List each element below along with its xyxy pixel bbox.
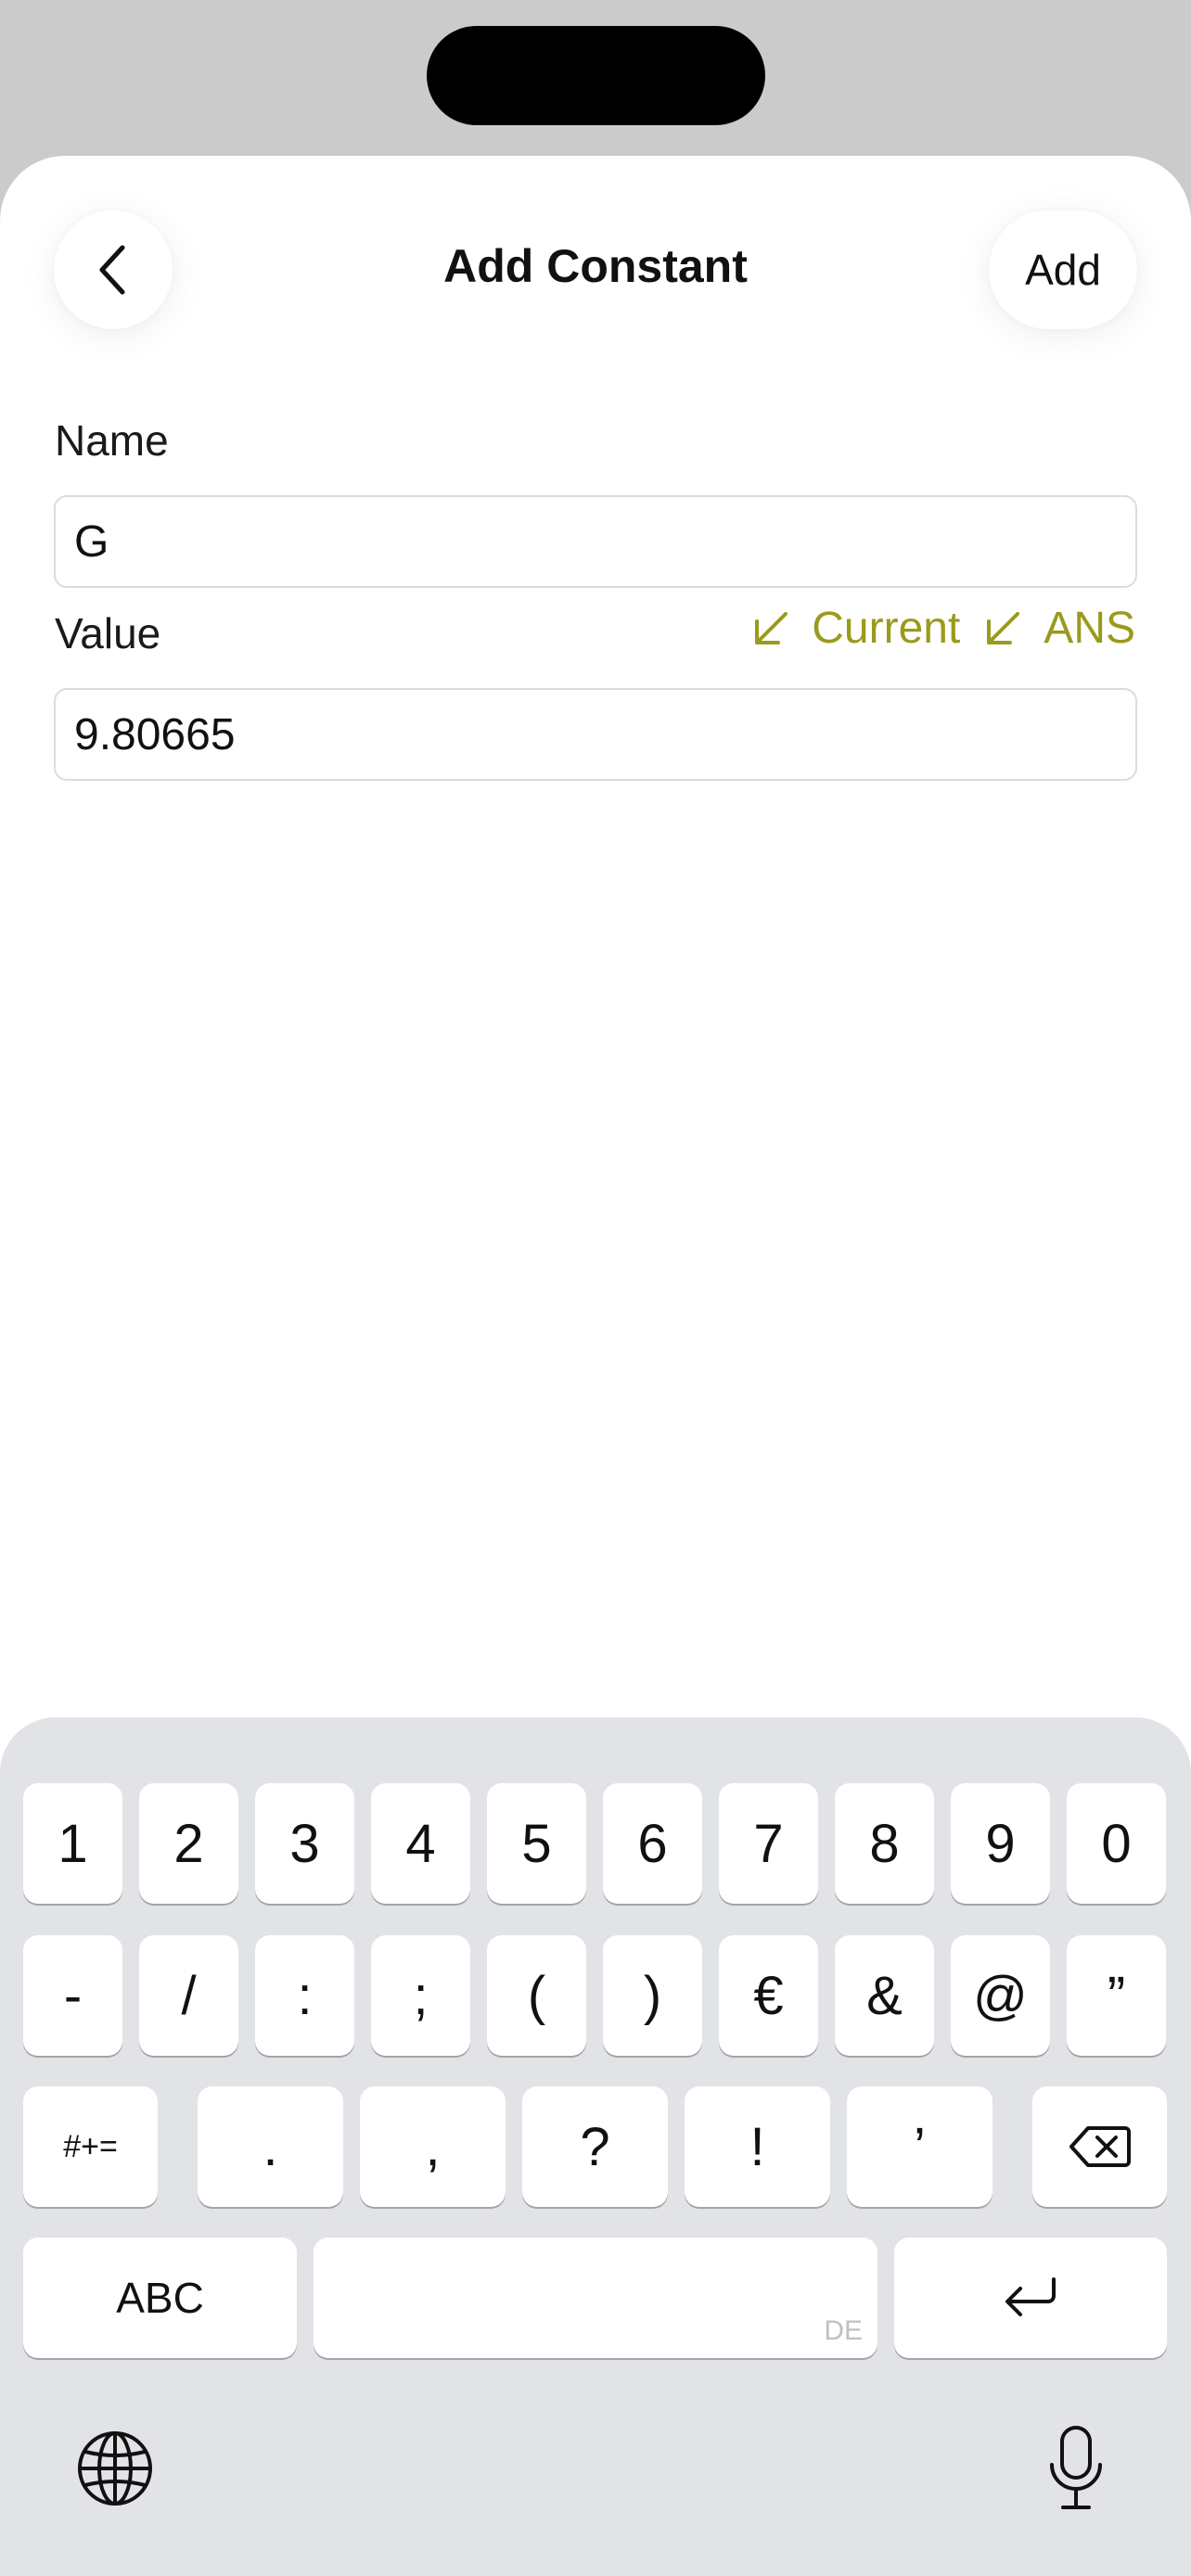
value-actions: Current ANS <box>728 603 1135 654</box>
name-label: Name <box>55 416 169 465</box>
key-at[interactable]: @ <box>951 1935 1050 2056</box>
globe-icon <box>78 2431 152 2506</box>
key-5[interactable]: 5 <box>487 1783 586 1904</box>
delete-key[interactable] <box>1032 2086 1167 2207</box>
value-input[interactable]: 9.80665 <box>54 688 1137 781</box>
ans-label: ANS <box>1044 604 1135 653</box>
key-euro[interactable]: € <box>719 1935 818 2056</box>
key-close-paren[interactable]: ) <box>603 1935 702 2056</box>
key-apostrophe[interactable]: ’ <box>847 2086 992 2207</box>
key-slash[interactable]: / <box>139 1935 238 2056</box>
globe-button[interactable] <box>74 2428 156 2509</box>
key-period[interactable]: . <box>198 2086 343 2207</box>
key-comma[interactable]: , <box>360 2086 506 2207</box>
ans-button[interactable]: ANS <box>984 603 1135 654</box>
key-6[interactable]: 6 <box>603 1783 702 1904</box>
key-open-paren[interactable]: ( <box>487 1935 586 2056</box>
dictation-button[interactable] <box>1037 2420 1115 2517</box>
space-key[interactable]: DE <box>314 2238 877 2358</box>
key-exclamation[interactable]: ! <box>685 2086 830 2207</box>
key-symbols-mode[interactable]: #+= <box>23 2086 158 2207</box>
value-label: Value <box>55 609 161 657</box>
current-label: Current <box>812 604 961 653</box>
key-4[interactable]: 4 <box>371 1783 470 1904</box>
key-hyphen[interactable]: - <box>23 1935 122 2056</box>
key-9[interactable]: 9 <box>951 1783 1050 1904</box>
key-quote[interactable]: ” <box>1067 1935 1166 2056</box>
key-question[interactable]: ? <box>522 2086 668 2207</box>
arrow-down-left-icon <box>755 611 788 644</box>
return-icon <box>1005 2277 1056 2316</box>
key-0[interactable]: 0 <box>1067 1783 1166 1904</box>
key-colon[interactable]: : <box>255 1935 354 2056</box>
delete-backspace-icon <box>1069 2126 1131 2167</box>
key-1[interactable]: 1 <box>23 1783 122 1904</box>
arrow-down-left-icon <box>987 611 1020 644</box>
key-semicolon[interactable]: ; <box>371 1935 470 2056</box>
keyboard-language-label: DE <box>824 2315 863 2346</box>
add-button[interactable]: Add <box>989 210 1137 329</box>
key-8[interactable]: 8 <box>835 1783 934 1904</box>
name-input[interactable]: G <box>54 495 1137 588</box>
dynamic-island <box>427 26 765 125</box>
key-ampersand[interactable]: & <box>835 1935 934 2056</box>
microphone-icon <box>1050 2426 1102 2509</box>
current-button[interactable]: Current <box>752 603 960 654</box>
return-key[interactable] <box>894 2238 1167 2358</box>
numeric-keyboard: 1 2 3 4 5 6 7 8 9 0 - / : ; ( ) € & @ ” … <box>0 1717 1191 2576</box>
key-7[interactable]: 7 <box>719 1783 818 1904</box>
key-2[interactable]: 2 <box>139 1783 238 1904</box>
abc-key[interactable]: ABC <box>23 2238 297 2358</box>
key-3[interactable]: 3 <box>255 1783 354 1904</box>
